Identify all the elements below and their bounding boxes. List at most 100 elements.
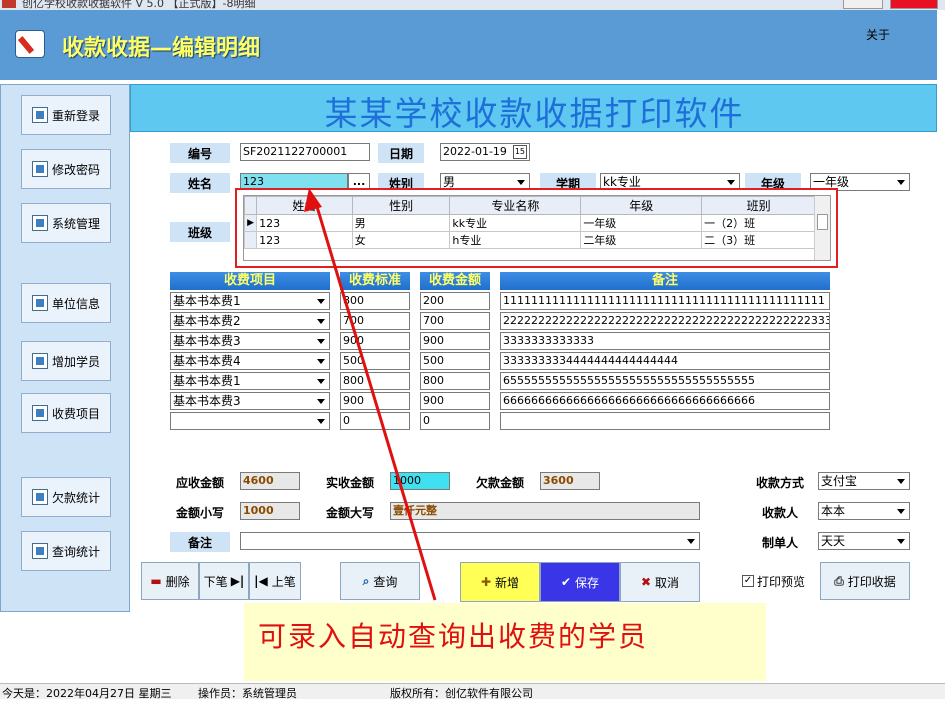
fee-item-select[interactable]: 基本书本费3 [170, 392, 330, 410]
chevron-down-icon [893, 533, 909, 549]
sidebar-item-system-admin[interactable]: 系统管理 [21, 203, 111, 243]
software-banner: 某某学校收款收据打印软件 [130, 84, 937, 133]
payee-select[interactable]: 本本 [818, 502, 910, 520]
owed-label: 欠款金额 [468, 472, 532, 492]
fee-amount-field[interactable]: 200 [420, 292, 490, 310]
lower-amount-label: 金额小写 [170, 502, 230, 522]
table-row[interactable]: 123 女 h专业 二年级 二（3）班 [243, 231, 816, 249]
due-amount-field: 4600 [240, 472, 300, 490]
fee-item-select[interactable] [170, 412, 330, 430]
grid-header-major[interactable]: 专业名称 [449, 196, 582, 215]
sidebar-item-relogin[interactable]: 重新登录 [21, 95, 111, 135]
fee-note-field[interactable]: 3333333333333 [500, 332, 830, 350]
fee-standard-field[interactable]: 0 [340, 412, 410, 430]
fee-note-field[interactable]: 2222222222222222222222222222222222222222… [500, 312, 830, 330]
minimize-button[interactable] [843, 0, 883, 9]
table-row[interactable]: ▶ 123 男 kk专业 一年级 一（2）班 [243, 214, 816, 232]
admin-icon [32, 215, 48, 231]
window-title-bar: 创亿学校收款收据软件 V 5.0 【正式版】-8明细 [0, 0, 945, 10]
number-field[interactable]: SF2021122700001 [240, 143, 370, 161]
student-lookup-grid[interactable]: 姓名 性别 专业名称 年级 班别 ▶ 123 男 kk专业 一年级 一（2）班 … [243, 195, 831, 261]
calendar-icon[interactable]: 15 [512, 145, 527, 159]
chevron-down-icon [313, 313, 329, 329]
row-indicator-icon: ▶ [243, 214, 258, 232]
grid-scrollbar[interactable] [814, 196, 830, 260]
maker-select[interactable]: 天天 [818, 532, 910, 550]
printer-icon: ⎙ [834, 573, 844, 588]
key-icon [32, 161, 48, 177]
fee-amount-field[interactable]: 700 [420, 312, 490, 330]
payment-method-select[interactable]: 支付宝 [818, 472, 910, 490]
payment-method-label: 收款方式 [745, 472, 815, 492]
stats-icon [32, 489, 48, 505]
print-receipt-button[interactable]: ⎙ 打印收据 [820, 562, 910, 600]
fee-note-field[interactable]: 666666666666666666666666666666666666 [500, 392, 830, 410]
save-button[interactable]: ✔ 保存 [540, 562, 620, 602]
chevron-down-icon [313, 293, 329, 309]
paid-amount-field[interactable]: 1000 [390, 472, 450, 490]
list-icon [32, 405, 48, 421]
fee-standard-header: 收费标准 [340, 272, 410, 290]
fee-item-select[interactable]: 基本书本费2 [170, 312, 330, 330]
fee-standard-field[interactable]: 800 [340, 372, 410, 390]
window-title: 创亿学校收款收据软件 V 5.0 【正式版】-8明细 [22, 0, 256, 10]
class-label: 班级 [170, 222, 230, 242]
fee-standard-field[interactable]: 800 [340, 292, 410, 310]
fee-item-select[interactable]: 基本书本费3 [170, 332, 330, 350]
print-preview-checkbox[interactable]: ✓ [742, 575, 754, 587]
cancel-button[interactable]: ✖ 取消 [620, 562, 700, 602]
fee-amount-field[interactable]: 800 [420, 372, 490, 390]
sidebar-item-query-stats[interactable]: 查询统计 [21, 531, 111, 571]
query-button[interactable]: ⌕ 查询 [340, 562, 420, 600]
fee-amount-field[interactable]: 900 [420, 332, 490, 350]
maker-label: 制单人 [745, 532, 815, 552]
fee-amount-field[interactable]: 900 [420, 392, 490, 410]
grid-header-class[interactable]: 班别 [701, 196, 816, 215]
number-label: 编号 [170, 143, 230, 163]
relogin-icon [32, 107, 48, 123]
date-field[interactable]: 2022-01-19 15 [440, 143, 530, 161]
sidebar-item-unit-info[interactable]: 单位信息 [21, 283, 111, 323]
grid-header-gender[interactable]: 性别 [351, 196, 451, 215]
grid-header-name[interactable]: 姓名 [256, 196, 353, 215]
prev-record-button[interactable]: |◀ 上笔 [249, 562, 301, 600]
fee-amount-field[interactable]: 0 [420, 412, 490, 430]
grid-header-grade[interactable]: 年级 [580, 196, 703, 215]
chevron-down-icon [313, 393, 329, 409]
fee-item-select[interactable]: 基本书本费1 [170, 292, 330, 310]
next-record-button[interactable]: 下笔 ▶| [199, 562, 249, 600]
add-button[interactable]: ✚ 新增 [460, 562, 540, 602]
fee-note-field[interactable]: 655555555555555555555555555555555555 [500, 372, 830, 390]
close-button[interactable] [890, 0, 938, 9]
banner-title: 某某学校收款收据打印软件 [324, 94, 745, 133]
fee-amount-field[interactable]: 500 [420, 352, 490, 370]
fee-item-select[interactable]: 基本书本费1 [170, 372, 330, 390]
fee-standard-field[interactable]: 500 [340, 352, 410, 370]
fee-standard-field[interactable]: 700 [340, 312, 410, 330]
fee-note-field[interactable]: 3333333334444444444444444 [500, 352, 830, 370]
sidebar-item-add-student[interactable]: 增加学员 [21, 341, 111, 381]
due-label: 应收金额 [170, 472, 230, 492]
paid-label: 实收金额 [318, 472, 382, 492]
print-preview-label[interactable]: 打印预览 [757, 573, 805, 590]
fee-note-field[interactable]: 1111111111111111111111111111111111111111… [500, 292, 830, 310]
callout-text: 可录入自动查询出收费的学员 [258, 620, 649, 653]
delete-button[interactable]: ▬ 删除 [141, 562, 199, 600]
edit-icon [32, 543, 48, 559]
about-link[interactable]: 关于 [866, 26, 890, 43]
note-select[interactable] [240, 532, 700, 550]
fee-note-field[interactable] [500, 412, 830, 430]
pencil-logo-icon [15, 30, 45, 58]
sidebar-item-arrears-stats[interactable]: 欠款统计 [21, 477, 111, 517]
prev-icon: |◀ [254, 574, 268, 588]
fee-standard-field[interactable]: 900 [340, 392, 410, 410]
sidebar-item-fee-items[interactable]: 收费项目 [21, 393, 111, 433]
magnifier-icon: ⌕ [362, 573, 370, 588]
fee-item-select[interactable]: 基本书本费4 [170, 352, 330, 370]
fee-standard-field[interactable]: 900 [340, 332, 410, 350]
name-label: 姓名 [170, 173, 230, 193]
plus-icon: ✚ [480, 575, 492, 589]
upper-amount-label: 金额大写 [318, 502, 382, 522]
sidebar-item-change-password[interactable]: 修改密码 [21, 149, 111, 189]
note-label: 备注 [170, 532, 230, 552]
